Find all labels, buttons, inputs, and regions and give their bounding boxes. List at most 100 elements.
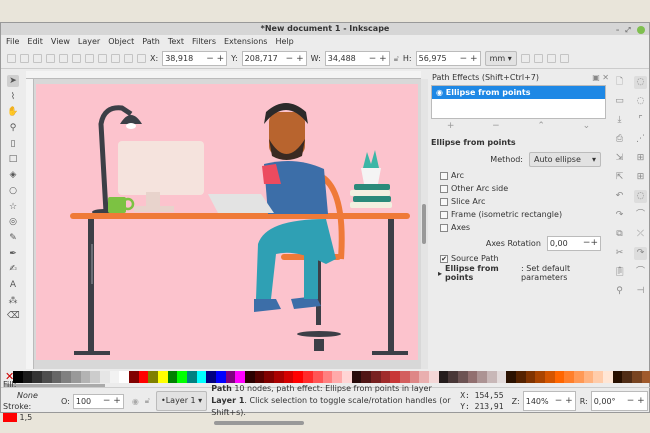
color-swatch[interactable]: [158, 371, 168, 383]
color-swatch[interactable]: [293, 371, 304, 383]
color-swatch[interactable]: [641, 371, 650, 383]
color-swatch[interactable]: [235, 371, 246, 383]
redo-icon[interactable]: ↷: [613, 209, 626, 222]
snap-corners-icon[interactable]: ⋰: [634, 133, 647, 146]
w-stepper[interactable]: − +: [369, 54, 387, 64]
checkbox[interactable]: [440, 184, 448, 193]
snap-edges-icon[interactable]: ⌜: [634, 114, 647, 127]
color-swatch[interactable]: [632, 371, 642, 383]
color-swatch[interactable]: [544, 371, 555, 383]
arc-checkbox[interactable]: Arc: [428, 169, 609, 182]
color-swatch[interactable]: [593, 371, 603, 383]
snap-nodes-icon[interactable]: ◌: [634, 190, 647, 203]
color-swatch[interactable]: [573, 371, 584, 383]
h-stepper[interactable]: − +: [460, 54, 478, 64]
color-swatch[interactable]: [245, 371, 255, 383]
color-swatch[interactable]: [622, 371, 632, 383]
color-swatch[interactable]: [61, 371, 72, 383]
save-icon[interactable]: ⤓: [613, 114, 626, 127]
color-swatch[interactable]: [486, 371, 497, 383]
layer-select[interactable]: •Layer 1 ▾: [155, 391, 208, 411]
menu-text[interactable]: Text: [168, 35, 184, 49]
select-all-icon[interactable]: [7, 54, 16, 63]
color-swatch[interactable]: [467, 371, 478, 383]
deselect-icon[interactable]: [33, 54, 42, 63]
spray-tool-icon[interactable]: ⁂: [7, 295, 19, 307]
panel-iconify-button[interactable]: ▣: [592, 73, 600, 82]
menu-extensions[interactable]: Extensions: [224, 35, 267, 49]
snap-centers-icon[interactable]: ⊞: [634, 171, 647, 184]
color-swatch[interactable]: [361, 371, 371, 383]
color-swatch[interactable]: [448, 371, 458, 383]
zoom-stepper[interactable]: − +: [555, 396, 573, 406]
transform-gradients-icon[interactable]: [546, 54, 556, 63]
effect-list-item[interactable]: ◉ Ellipse from points: [432, 86, 605, 99]
raise-to-top-icon[interactable]: [98, 54, 107, 63]
zoom-tool-icon[interactable]: ⚲: [7, 122, 19, 134]
horizontal-scrollbar[interactable]: [214, 421, 304, 425]
color-swatch[interactable]: [390, 371, 400, 383]
color-swatch[interactable]: [554, 371, 565, 383]
color-swatch[interactable]: [264, 371, 275, 383]
import-icon[interactable]: ⇲: [613, 152, 626, 165]
color-swatch[interactable]: [602, 371, 613, 383]
color-swatch[interactable]: [312, 371, 323, 383]
calligraphy-tool-icon[interactable]: ✍: [7, 263, 19, 275]
menu-help[interactable]: Help: [275, 35, 293, 49]
measure-tool-icon[interactable]: ▯: [7, 138, 19, 150]
select-all-layers-icon[interactable]: [20, 54, 29, 63]
color-swatch[interactable]: [612, 371, 623, 383]
snap-cusp-icon[interactable]: ↷: [634, 247, 647, 260]
move-down-button[interactable]: ⌄: [583, 119, 591, 133]
checkbox[interactable]: [440, 210, 448, 219]
color-swatch[interactable]: [496, 371, 507, 383]
color-swatch[interactable]: [525, 371, 536, 383]
color-swatch[interactable]: [71, 371, 81, 383]
axes-rotation-stepper[interactable]: −+: [583, 238, 598, 248]
y-stepper[interactable]: − +: [286, 54, 304, 64]
pencil-tool-icon[interactable]: ✎: [7, 232, 19, 244]
checkbox-checked[interactable]: ✔: [440, 254, 448, 263]
default-parameters-expander[interactable]: ▸ Ellipse from points: Set default parame…: [428, 264, 609, 282]
color-swatch[interactable]: [399, 371, 410, 383]
color-swatch[interactable]: [90, 371, 101, 383]
rotation-field[interactable]: 0,00° − +: [590, 391, 648, 411]
menu-file[interactable]: File: [6, 35, 19, 49]
checkbox[interactable]: [440, 171, 448, 180]
menu-view[interactable]: View: [51, 35, 70, 49]
menu-layer[interactable]: Layer: [78, 35, 100, 49]
color-swatch[interactable]: [419, 371, 429, 383]
snap-midpoints-icon[interactable]: ⊞: [634, 152, 647, 165]
color-swatch[interactable]: [322, 371, 333, 383]
color-swatch[interactable]: [119, 371, 130, 383]
color-swatch[interactable]: [274, 371, 284, 383]
color-swatch[interactable]: [341, 371, 352, 383]
color-swatch[interactable]: [51, 371, 62, 383]
snap-smooth-icon[interactable]: ⌒: [634, 266, 647, 279]
color-swatch[interactable]: [535, 371, 545, 383]
color-swatch[interactable]: [177, 371, 188, 383]
selector-tool-icon[interactable]: ➤: [7, 75, 19, 87]
undo-icon[interactable]: ↶: [613, 190, 626, 203]
color-swatch[interactable]: [564, 371, 574, 383]
color-swatch[interactable]: [351, 371, 362, 383]
color-swatch[interactable]: [428, 371, 439, 383]
color-swatch[interactable]: [129, 371, 139, 383]
color-swatch[interactable]: [148, 371, 159, 383]
eraser-tool-icon[interactable]: ⌫: [7, 310, 20, 322]
color-swatch[interactable]: [409, 371, 420, 383]
vertical-scroll-thumb[interactable]: [422, 204, 426, 244]
scale-corners-icon[interactable]: [533, 54, 543, 63]
rotate-cw-icon[interactable]: [59, 54, 68, 63]
ellipse-tool-icon[interactable]: ○: [7, 185, 19, 197]
toggle-visibility-icon[interactable]: ◉: [132, 397, 139, 406]
opacity-stepper[interactable]: − +: [103, 396, 121, 406]
zoom-field[interactable]: 140% − +: [522, 391, 576, 411]
lock-icon[interactable]: 🔓︎: [394, 54, 399, 64]
color-swatch[interactable]: [196, 371, 207, 383]
text-tool-icon[interactable]: A: [7, 279, 19, 291]
add-effect-button[interactable]: +: [447, 119, 455, 133]
lower-icon[interactable]: [124, 54, 133, 63]
open-icon[interactable]: ▭: [613, 95, 626, 108]
maximize-button[interactable]: ⤢: [625, 26, 631, 34]
